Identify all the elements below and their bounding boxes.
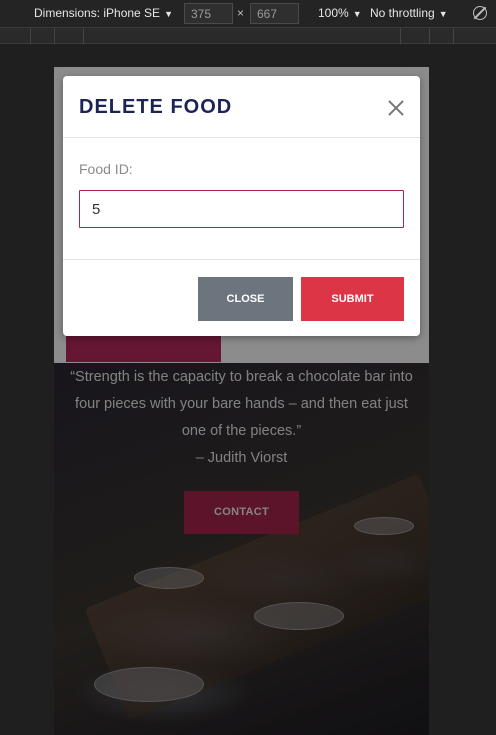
close-icon[interactable]: [386, 98, 406, 118]
throttle-select[interactable]: No throttling ▼: [370, 6, 448, 20]
throttle-label: No throttling: [370, 6, 435, 20]
device-select[interactable]: Dimensions: iPhone SE ▼: [34, 6, 173, 20]
zoom-label: 100%: [318, 6, 349, 20]
close-button[interactable]: CLOSE: [198, 277, 293, 321]
zoom-select[interactable]: 100% ▼: [318, 6, 362, 20]
viewport-height-input[interactable]: [250, 3, 299, 24]
chevron-down-icon: ▼: [164, 9, 173, 19]
device-label: Dimensions: iPhone SE: [34, 6, 161, 20]
food-id-input[interactable]: [79, 190, 404, 228]
modal-footer: CLOSE SUBMIT: [63, 259, 420, 336]
viewport-width-input[interactable]: [184, 3, 233, 24]
chevron-down-icon: ▼: [438, 9, 448, 19]
times-symbol: ×: [237, 6, 245, 20]
chevron-down-icon: ▼: [352, 9, 362, 19]
modal-header: DELETE FOOD: [63, 76, 420, 138]
modal-title: DELETE FOOD: [79, 96, 233, 118]
rotate-icon[interactable]: [473, 6, 487, 20]
devtools-device-toolbar: Dimensions: iPhone SE▼ × 100%▼ No thrott…: [0, 0, 496, 28]
food-id-label: Food ID:: [79, 161, 133, 177]
submit-button[interactable]: SUBMIT: [301, 277, 404, 321]
media-query-ruler: [0, 28, 496, 44]
delete-food-modal: DELETE FOOD Food ID: CLOSE SUBMIT: [63, 76, 420, 336]
